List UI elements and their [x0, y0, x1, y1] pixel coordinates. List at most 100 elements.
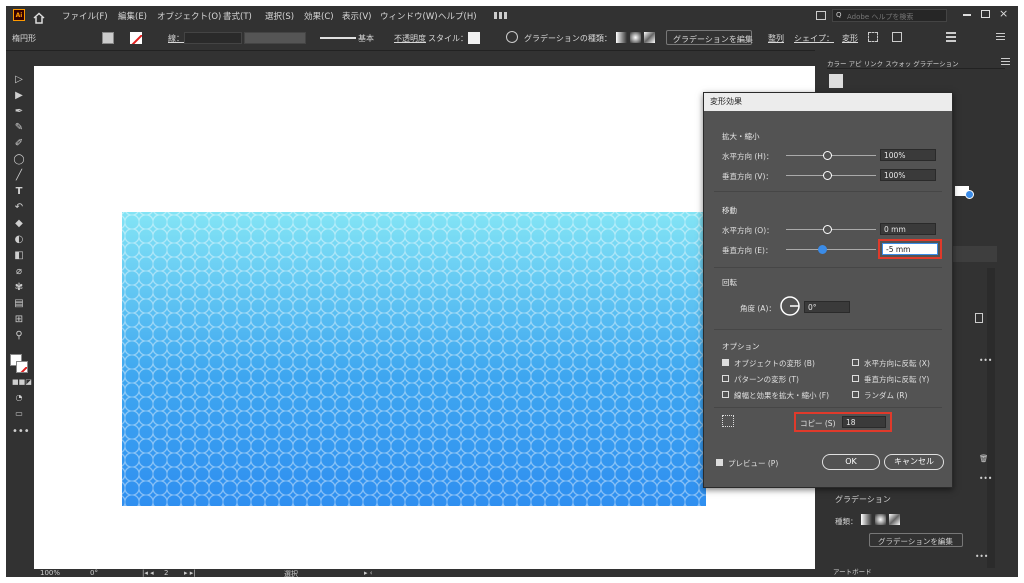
stroke-none-swatch[interactable]	[130, 32, 142, 44]
rotate-tool-icon[interactable]: ↶	[12, 202, 26, 214]
cancel-button[interactable]: キャンセル	[884, 454, 944, 470]
trash-icon[interactable]: 🗑	[979, 454, 989, 463]
eyedropper-tool-icon[interactable]: ⌀	[12, 266, 26, 278]
anchor-tool-icon[interactable]: ✐	[12, 138, 26, 150]
move-vertical-slider[interactable]	[786, 249, 876, 250]
first-artboard-icon[interactable]: |◂ ◂	[142, 569, 154, 577]
scale-vertical-knob[interactable]	[823, 171, 832, 180]
menu-file[interactable]: ファイル(F)	[62, 10, 108, 22]
transform-icon[interactable]	[868, 32, 878, 42]
preview-checkbox[interactable]	[716, 459, 723, 466]
pen-tool-icon[interactable]: ✒	[12, 106, 26, 118]
brush-tool-icon[interactable]: ╱	[12, 170, 26, 182]
freeform-gradient-icon[interactable]	[644, 32, 655, 43]
transform-link[interactable]: 変形	[842, 33, 858, 44]
warp-tool-icon[interactable]: ◐	[12, 234, 26, 246]
symbol-sprayer-tool-icon[interactable]: ✾	[12, 282, 26, 294]
last-artboard-icon[interactable]: ▸ ▸|	[184, 569, 196, 577]
minimize-icon[interactable]	[963, 14, 971, 16]
linear-gradient-icon[interactable]	[616, 32, 627, 43]
menu-effect[interactable]: 効果(C)	[304, 10, 334, 22]
shape-link[interactable]: シェイプ：	[794, 33, 834, 44]
opacity-link[interactable]: 不透明度	[394, 33, 426, 44]
angle-field[interactable]: 0°	[804, 301, 850, 313]
reflect-y-checkbox[interactable]	[852, 375, 859, 382]
panel-more-icon-3[interactable]: •••	[975, 552, 988, 561]
move-horizontal-knob[interactable]	[823, 225, 832, 234]
zoom-tool-icon[interactable]: ⚲	[12, 330, 26, 342]
menu-view[interactable]: 表示(V)	[342, 10, 371, 22]
recolor-icon[interactable]	[506, 31, 518, 43]
scale-strokes-checkbox[interactable]	[722, 391, 729, 398]
stroke-weight-field[interactable]	[184, 32, 242, 44]
arrange-icon[interactable]	[946, 32, 956, 42]
scale-vertical-field[interactable]: 100%	[880, 169, 936, 181]
gradient-thumbnail[interactable]	[829, 74, 843, 88]
stroke-label[interactable]: 線：	[168, 33, 184, 44]
menu-type[interactable]: 書式(T)	[223, 10, 252, 22]
more-tools-icon[interactable]: •••	[12, 426, 30, 438]
edit-gradient-panel-button[interactable]: グラデーションを編集	[869, 533, 963, 547]
restore-icon[interactable]	[981, 10, 990, 18]
radial-gradient-icon[interactable]	[875, 514, 886, 525]
canvas-area[interactable]	[34, 66, 815, 569]
selected-circle-handles[interactable]	[98, 425, 116, 443]
rotation-value[interactable]: 0°	[90, 569, 98, 577]
artboard-tab[interactable]: アートボード	[833, 566, 872, 576]
linear-gradient-icon[interactable]	[861, 514, 872, 525]
panel-menu-icon[interactable]	[1001, 58, 1010, 66]
panel-tabs-label[interactable]: カラー アピ リンク スウォッ グラデーション	[827, 58, 959, 68]
transform-patterns-checkbox[interactable]	[722, 375, 729, 382]
panel-more-icon-2[interactable]: •••	[979, 474, 992, 483]
gradient-midpoint[interactable]	[965, 190, 974, 199]
align-link[interactable]: 整列	[768, 33, 784, 44]
menu-edit[interactable]: 編集(E)	[118, 10, 147, 22]
move-horizontal-field[interactable]: 0 mm	[880, 223, 936, 235]
menu-object[interactable]: オブジェクト(O)	[157, 10, 221, 22]
screen-mode-icon[interactable]: ▭	[12, 408, 26, 420]
selection-tool-icon[interactable]: ▷	[12, 74, 26, 86]
angle-dial-icon[interactable]	[780, 296, 800, 316]
help-search-input[interactable]: Q Adobe ヘルプを検索	[832, 9, 947, 22]
stroke-style-label[interactable]: 基本	[358, 33, 374, 44]
artboard-number[interactable]: 2	[164, 569, 168, 577]
gradient-rectangle[interactable]	[122, 212, 706, 506]
eraser-tool-icon[interactable]: ◆	[12, 218, 26, 230]
type-tool-icon[interactable]: T	[12, 186, 26, 198]
scale-horizontal-field[interactable]: 100%	[880, 149, 936, 161]
curvature-tool-icon[interactable]: ✎	[12, 122, 26, 134]
transform-objects-checkbox[interactable]	[722, 359, 729, 366]
radial-gradient-icon[interactable]	[630, 32, 641, 43]
random-checkbox[interactable]	[852, 391, 859, 398]
ok-button[interactable]: OK	[822, 454, 880, 470]
style-swatch[interactable]	[468, 32, 480, 44]
menu-select[interactable]: 選択(S)	[265, 10, 294, 22]
copies-field[interactable]: 18	[842, 416, 886, 428]
variable-width-field[interactable]	[244, 32, 306, 44]
color-mode-icon[interactable]: ■■◪	[12, 376, 32, 388]
isolate-icon[interactable]	[892, 32, 902, 42]
ellipse-tool-icon[interactable]: ◯	[12, 154, 26, 166]
close-icon[interactable]: ×	[999, 7, 1008, 20]
panel-menu-icon[interactable]	[996, 33, 1005, 41]
home-icon[interactable]	[33, 9, 45, 24]
scale-horizontal-knob[interactable]	[823, 151, 832, 160]
artboard-tool-icon[interactable]: ⊞	[12, 314, 26, 326]
panel-toggle-icon[interactable]	[816, 11, 826, 20]
draw-mode-icon[interactable]: ◔	[12, 392, 26, 404]
move-vertical-field[interactable]: -5 mm	[882, 243, 938, 255]
link-proportions-icon[interactable]	[975, 313, 983, 323]
panel-tab-strip[interactable]	[953, 246, 997, 262]
graph-tool-icon[interactable]: ▤	[12, 298, 26, 310]
zoom-level[interactable]: 100%	[40, 569, 60, 577]
freeform-gradient-icon[interactable]	[889, 514, 900, 525]
reflect-x-checkbox[interactable]	[852, 359, 859, 366]
panel-scrollbar[interactable]	[987, 268, 995, 568]
menu-help[interactable]: ヘルプ(H)	[438, 10, 477, 22]
move-vertical-knob[interactable]	[818, 245, 827, 254]
menu-window[interactable]: ウィンドウ(W)	[380, 10, 438, 22]
workspace-switcher-icon[interactable]	[494, 12, 508, 19]
fill-swatch[interactable]	[102, 32, 114, 44]
edit-gradient-button[interactable]: グラデーションを編集	[666, 30, 753, 45]
status-nav-icon[interactable]: ▸ ‹	[364, 569, 373, 577]
